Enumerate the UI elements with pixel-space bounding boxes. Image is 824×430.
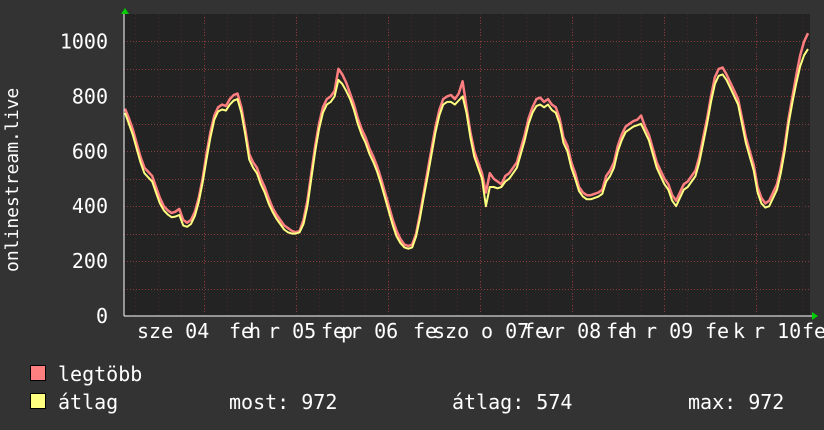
y-axis-arrow-icon <box>121 8 129 14</box>
legend-swatch-avg <box>30 393 46 409</box>
y-tick-label: 400 <box>72 194 108 218</box>
x-tick-labels: sze 04 feh r 05 fepr 06 feszo o 07fevr 08 feh r… <box>137 319 824 343</box>
stat-average: átlag: 574 <box>452 390 573 414</box>
x-tick-label: r 10 <box>753 319 801 343</box>
x-tick-label: o 07 <box>481 319 529 343</box>
x-tick-label: szo <box>433 319 469 343</box>
stat-max: max: 972 <box>688 390 785 414</box>
x-tick-label: h <box>625 319 637 343</box>
y-axis-label: onlinestream.live <box>2 88 23 272</box>
x-tick-label: r 09 <box>645 319 693 343</box>
y-tick-label: 800 <box>72 84 108 108</box>
legend-swatch-max <box>30 365 46 381</box>
legend-label-max: legtöbb <box>58 362 143 386</box>
y-tick-label: 200 <box>72 249 108 273</box>
y-tick-label: 1000 <box>60 29 108 53</box>
x-tick-label: r 06 <box>350 319 398 343</box>
x-tick-label: sze 04 <box>137 319 209 343</box>
stat-now: most: 972 <box>229 390 338 414</box>
x-tick-label: fe <box>705 319 729 343</box>
x-tick-label: r 08 <box>553 319 601 343</box>
legend-label-avg: átlag <box>58 390 119 414</box>
x-tick-label: r 05 <box>268 319 316 343</box>
x-tick-label: h <box>249 319 261 343</box>
y-tick-labels: 0 200 400 600 800 1000 <box>60 29 108 328</box>
x-tick-label: k <box>733 319 745 343</box>
plot-area <box>124 14 810 316</box>
x-tick-label: fe <box>802 319 824 343</box>
y-tick-label: 0 <box>96 304 108 328</box>
y-tick-label: 600 <box>72 139 108 163</box>
